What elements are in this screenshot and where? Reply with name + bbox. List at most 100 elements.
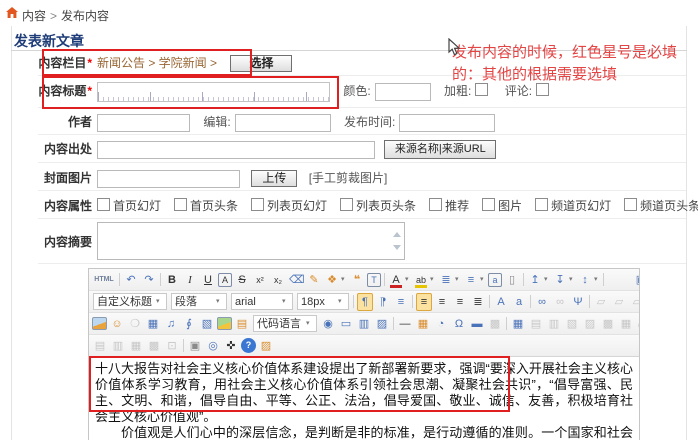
- content-attr-option[interactable]: 首页头条: [174, 199, 238, 213]
- print-icon[interactable]: ▣: [187, 337, 203, 355]
- font-size-select[interactable]: 18px▾: [297, 293, 349, 310]
- insert-music-icon[interactable]: ♫: [163, 315, 179, 333]
- auto-typeset-icon[interactable]: a: [488, 273, 502, 287]
- checkbox-icon[interactable]: [482, 198, 495, 211]
- paragraph-space-after-dropdown-icon[interactable]: ▾: [569, 270, 576, 290]
- unordered-list-dropdown-icon[interactable]: ▾: [480, 270, 487, 290]
- paste-plain-text-icon[interactable]: T: [367, 273, 381, 287]
- strikethrough-icon[interactable]: S: [234, 271, 250, 289]
- ordered-list-icon[interactable]: ≣: [438, 271, 454, 289]
- content-attr-option[interactable]: 列表页头条: [340, 199, 416, 213]
- font-border-icon[interactable]: A: [218, 273, 232, 287]
- emoticon-icon[interactable]: ☺: [109, 315, 125, 333]
- insert-time-icon[interactable]: ◔: [433, 315, 449, 333]
- unordered-list-icon[interactable]: ≡: [463, 271, 479, 289]
- insert-table-icon[interactable]: ▦: [510, 315, 526, 333]
- highlight-color-icon[interactable]: ab: [413, 271, 429, 289]
- content-attr-option[interactable]: 推荐: [429, 199, 469, 213]
- line-height-icon[interactable]: ↕: [577, 271, 593, 289]
- blockquote-icon[interactable]: ❝: [349, 271, 365, 289]
- insert-link-icon[interactable]: ∞: [534, 293, 550, 311]
- paragraph-space-before-icon[interactable]: ↥: [527, 271, 543, 289]
- find-replace-icon[interactable]: ✜: [223, 337, 239, 355]
- insert-date-icon[interactable]: ▦: [415, 315, 431, 333]
- direction-rtl-icon[interactable]: ¶: [375, 293, 391, 311]
- home-icon[interactable]: [6, 7, 18, 18]
- content-source-input[interactable]: [97, 141, 375, 159]
- insert-code-icon[interactable]: ▭: [338, 315, 354, 333]
- highlight-color-dropdown-icon[interactable]: ▾: [430, 270, 437, 290]
- align-center-icon[interactable]: ≡: [434, 293, 450, 311]
- clear-format-icon[interactable]: ≡: [393, 293, 409, 311]
- paragraph-space-after-icon[interactable]: ↧: [552, 271, 568, 289]
- undo-icon[interactable]: ↶: [123, 271, 139, 289]
- help-icon[interactable]: ?: [241, 338, 256, 353]
- font-color-icon[interactable]: A: [388, 271, 404, 289]
- insert-video-icon[interactable]: ▦: [145, 315, 161, 333]
- insert-columns-icon[interactable]: ▥: [356, 315, 372, 333]
- checkbox-icon[interactable]: [624, 198, 637, 211]
- content-attr-option[interactable]: 列表页幻灯: [251, 199, 327, 213]
- redo-icon[interactable]: ↷: [141, 271, 157, 289]
- insert-template-icon[interactable]: ▯: [504, 271, 520, 289]
- ordered-list-dropdown-icon[interactable]: ▾: [455, 270, 462, 290]
- image-manager-icon[interactable]: [92, 317, 107, 330]
- style-select[interactable]: 自定义标题▾: [93, 293, 167, 310]
- content-attr-option[interactable]: 首页幻灯: [97, 199, 161, 213]
- to-uppercase-icon[interactable]: A: [493, 293, 509, 311]
- subscript-icon[interactable]: x₂: [270, 271, 286, 289]
- content-title-input[interactable]: [97, 82, 330, 102]
- insert-document-icon[interactable]: ▤: [234, 315, 250, 333]
- superscript-icon[interactable]: x²: [252, 271, 268, 289]
- bold-icon[interactable]: B: [164, 271, 180, 289]
- preview-icon[interactable]: ◎: [205, 337, 221, 355]
- special-characters-icon[interactable]: Ω: [451, 315, 467, 333]
- breadcrumb-section[interactable]: 内容: [22, 9, 46, 23]
- align-right-icon[interactable]: ≡: [452, 293, 468, 311]
- title-color-input[interactable]: [375, 83, 431, 101]
- editor-content-area[interactable]: 十八大报告对社会主义核心价值体系建设提出了新部署新要求，强调“要深入开展社会主义…: [89, 357, 639, 440]
- format-select[interactable]: 段落▾: [171, 293, 227, 310]
- publish-time-input[interactable]: [399, 114, 495, 132]
- image-gallery-icon[interactable]: [217, 317, 232, 330]
- quick-typeset-dropdown-icon[interactable]: ▾: [341, 270, 348, 290]
- checkbox-icon[interactable]: [97, 198, 110, 211]
- html-source-icon[interactable]: HTML: [92, 271, 116, 289]
- code-language-select[interactable]: 代码语言▾: [253, 315, 317, 332]
- anchor-icon[interactable]: Ψ: [570, 293, 586, 311]
- align-left-icon[interactable]: ≡: [416, 293, 432, 311]
- content-summary-textarea[interactable]: [97, 222, 405, 260]
- insert-attachment-icon[interactable]: ∮: [181, 315, 197, 333]
- content-attr-option[interactable]: 图片: [482, 199, 522, 213]
- insert-media-icon[interactable]: ◉: [320, 315, 336, 333]
- source-name-url-button[interactable]: 来源名称|来源URL: [384, 140, 496, 159]
- line-height-dropdown-icon[interactable]: ▾: [594, 270, 601, 290]
- underline-icon[interactable]: U: [200, 271, 216, 289]
- select-column-button[interactable]: 选择: [230, 55, 292, 72]
- checkbox-icon[interactable]: [340, 198, 353, 211]
- quick-typeset-icon[interactable]: ❖: [324, 271, 340, 289]
- align-justify-icon[interactable]: ≣: [470, 293, 486, 311]
- scroll-down-icon[interactable]: [393, 245, 401, 250]
- to-lowercase-icon[interactable]: a: [511, 293, 527, 311]
- author-input[interactable]: [97, 114, 190, 132]
- direction-ltr-icon[interactable]: ¶: [357, 293, 373, 311]
- cover-image-input[interactable]: [97, 170, 240, 188]
- checkbox-icon[interactable]: [251, 198, 264, 211]
- format-brush-icon[interactable]: ✎: [306, 271, 322, 289]
- font-select[interactable]: arial▾: [231, 293, 293, 310]
- scroll-up-icon[interactable]: [393, 232, 401, 237]
- insert-hr-icon[interactable]: —: [397, 315, 413, 333]
- checkbox-icon[interactable]: [429, 198, 442, 211]
- editor-input[interactable]: [235, 114, 331, 132]
- paragraph-space-before-dropdown-icon[interactable]: ▾: [544, 270, 551, 290]
- upload-button[interactable]: 上传: [251, 170, 297, 187]
- page-break-icon[interactable]: ▬: [469, 315, 485, 333]
- checkbox-icon[interactable]: [174, 198, 187, 211]
- paste-icon[interactable]: ▨: [258, 337, 274, 355]
- insert-flash-icon[interactable]: ▧: [199, 315, 215, 333]
- checkbox-icon[interactable]: [535, 198, 548, 211]
- font-color-dropdown-icon[interactable]: ▾: [405, 270, 412, 290]
- remove-format-icon[interactable]: ⌫: [288, 271, 304, 289]
- content-attr-option[interactable]: 频道页头条: [624, 199, 698, 213]
